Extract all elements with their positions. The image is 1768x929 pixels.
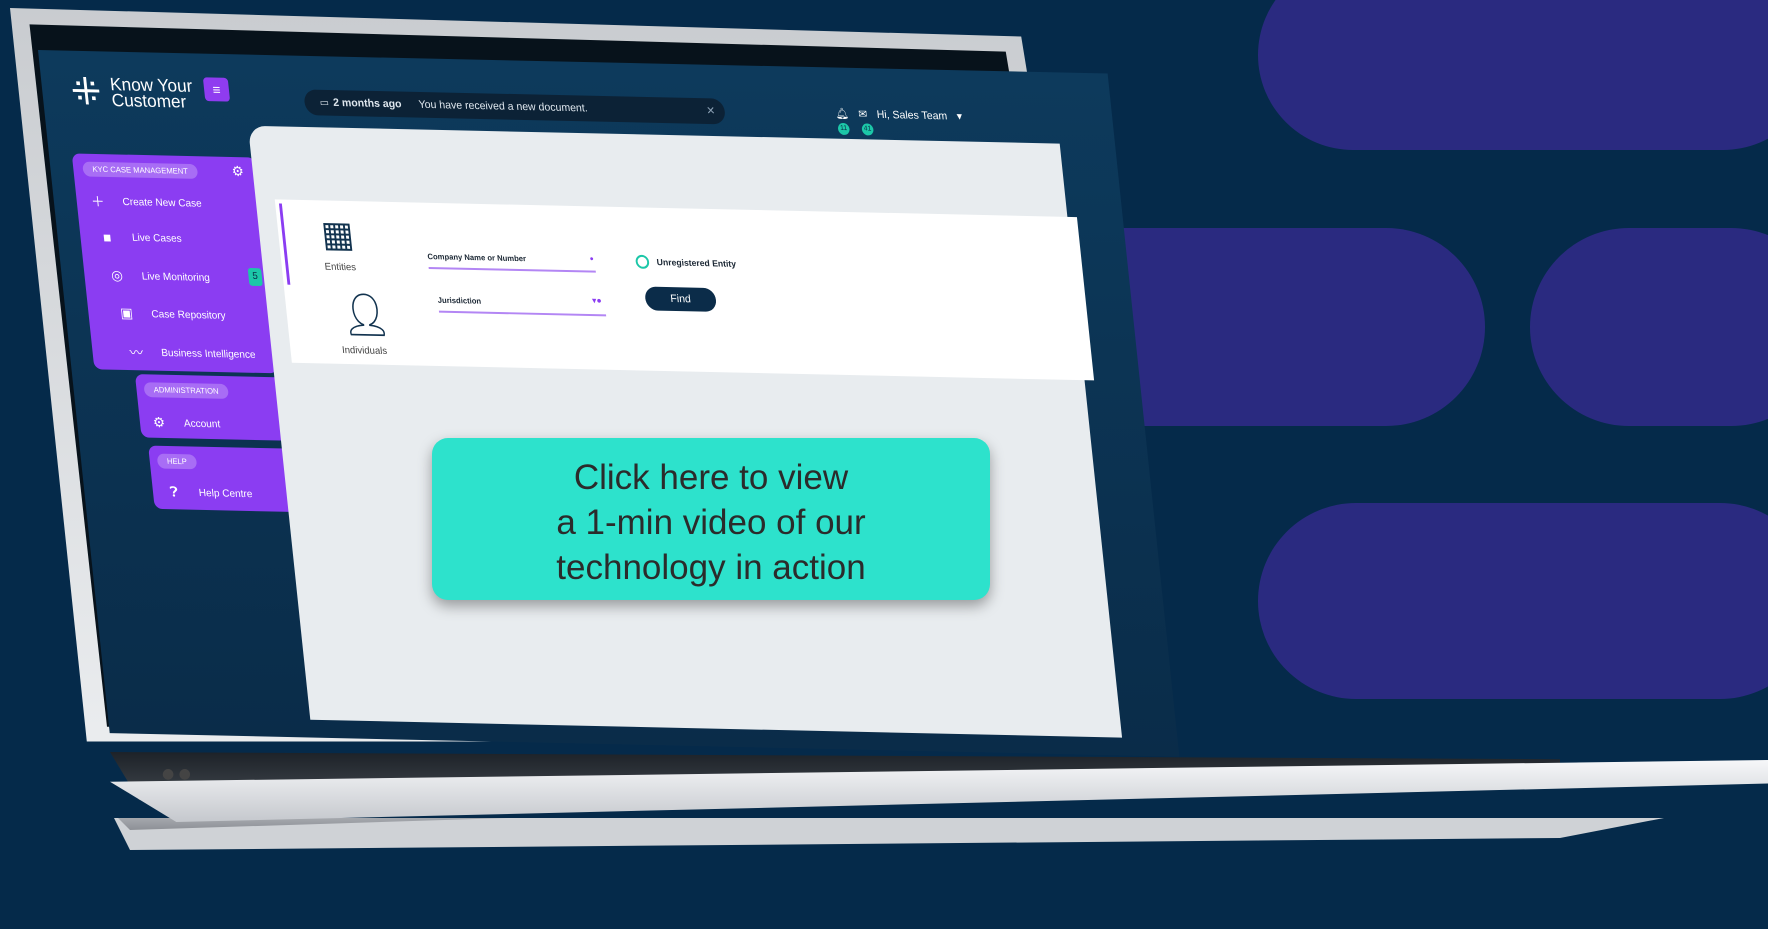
case-management-card xyxy=(71,153,278,374)
hamburger-icon: ≡ xyxy=(211,81,222,98)
sidebar-item-label: Account xyxy=(183,417,221,430)
plus-icon: ＋ xyxy=(90,193,106,210)
building-icon: ▦ xyxy=(319,214,356,256)
sidebar-item-label: Business Intelligence xyxy=(160,347,257,361)
close-icon[interactable]: ✕ xyxy=(706,104,716,117)
sidebar-item-label: Live Monitoring xyxy=(141,270,211,284)
administration-label: ADMINISTRATION xyxy=(143,382,229,399)
chevron-down-icon[interactable]: ▾● xyxy=(592,295,603,306)
case-management-label: KYC CASE MANAGEMENT xyxy=(82,161,199,179)
tab-label: Entities xyxy=(324,261,357,274)
archive-icon: ▣ xyxy=(119,304,134,321)
mail-icon[interactable]: ✉ 41 xyxy=(858,108,874,136)
calendar-icon: ▭ xyxy=(319,97,330,109)
unregistered-entity-label: Unregistered Entity xyxy=(656,257,737,269)
sidebar-item-business-intelligence[interactable]: 〰 Business Intelligence xyxy=(128,342,257,365)
sidebar-item-live-monitoring[interactable]: ◎ Live Monitoring xyxy=(108,267,210,286)
gear-icon: ⚙ xyxy=(152,414,166,431)
chevron-down-icon[interactable]: ▾ xyxy=(956,110,963,123)
cta-line-1: Click here to view xyxy=(573,458,849,497)
settings-icon[interactable]: ⚙ xyxy=(231,163,245,180)
sidebar-item-help-centre[interactable]: ❓︎ Help Centre xyxy=(165,483,253,502)
person-icon: 👤︎ xyxy=(337,289,394,340)
sidebar-item-label: Create New Case xyxy=(121,196,203,210)
folder-icon: ■ xyxy=(102,229,113,246)
sidebar-item-label: Live Cases xyxy=(131,231,183,245)
tab-label: Individuals xyxy=(341,345,388,357)
radar-icon: ◎ xyxy=(110,266,124,284)
logo-icon: ⁜ xyxy=(68,69,104,114)
help-label: HELP xyxy=(156,453,198,470)
question-icon: ❓︎ xyxy=(169,483,179,500)
bg-pill-top xyxy=(1258,0,1768,150)
trend-icon: 〰 xyxy=(128,344,144,361)
brand-name: Know Your Customer xyxy=(109,74,195,112)
laptop-base xyxy=(114,818,1664,850)
menu-toggle-button[interactable]: ≡ xyxy=(202,77,231,102)
brand-logo[interactable]: ⁜ Know Your Customer xyxy=(68,69,195,114)
live-monitoring-badge: 5 xyxy=(247,267,263,287)
radio-icon xyxy=(634,254,650,269)
cta-line-2: a 1-min video of our xyxy=(556,503,866,542)
notification-time: 2 months ago xyxy=(332,96,403,111)
required-dot: ● xyxy=(589,255,595,263)
user-greeting[interactable]: Hi, Sales Team xyxy=(876,108,948,121)
unregistered-entity-option[interactable]: Unregistered Entity xyxy=(634,254,737,271)
bg-pill-middle-right xyxy=(1530,228,1768,426)
sidebar-item-account[interactable]: ⚙ Account xyxy=(151,414,221,432)
sidebar-item-label: Help Centre xyxy=(198,486,253,500)
tab-individuals[interactable]: 👤︎ Individuals xyxy=(317,289,411,366)
sidebar-item-label: Case Repository xyxy=(150,307,227,322)
sidebar-item-create-new-case[interactable]: ＋ Create New Case xyxy=(89,191,203,213)
video-cta-button[interactable]: Click here to view a 1-min video of our … xyxy=(432,438,990,600)
cta-line-3: technology in action xyxy=(556,548,866,587)
tab-entities[interactable]: ▦ Entities xyxy=(278,203,396,288)
find-button[interactable]: Find xyxy=(644,286,718,312)
sidebar-item-live-cases[interactable]: ■ Live Cases xyxy=(99,229,183,247)
notification-message: You have received a new document. xyxy=(418,98,589,115)
bell-icon[interactable]: 🔔︎ 11 xyxy=(835,107,851,136)
brand-line2: Customer xyxy=(110,90,188,112)
bg-pill-bottom xyxy=(1258,503,1768,699)
sidebar-item-case-repository[interactable]: ▣ Case Repository xyxy=(118,305,226,324)
